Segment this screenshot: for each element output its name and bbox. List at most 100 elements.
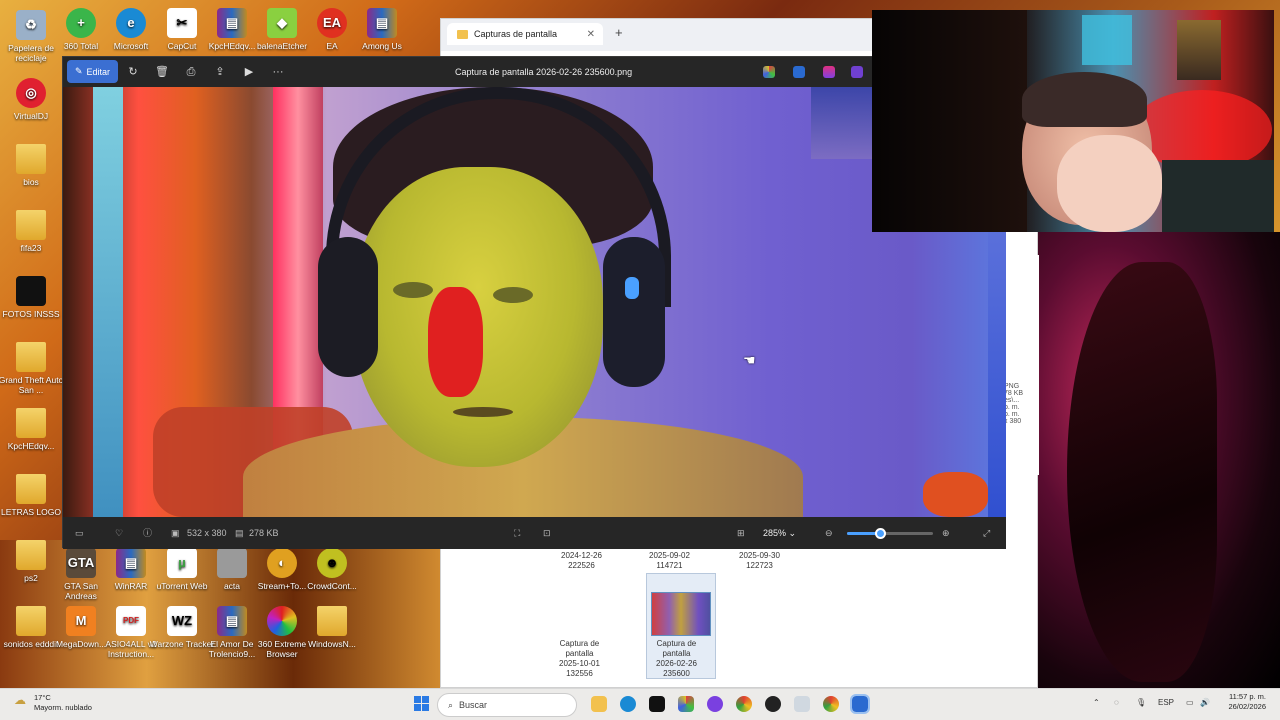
folder-icon bbox=[457, 29, 468, 39]
folder-icon bbox=[317, 606, 347, 636]
slideshow-icon[interactable]: ▶ bbox=[242, 65, 256, 79]
weather-widget[interactable]: ☁ 17°C Mayorm. nublado bbox=[12, 693, 92, 713]
displayed-photo[interactable]: ☚ bbox=[63, 87, 1006, 517]
display-icon[interactable]: ▭ bbox=[1186, 698, 1194, 707]
fit-window-icon[interactable]: ⊞ bbox=[737, 526, 745, 540]
edit-icon: ✎ bbox=[74, 66, 83, 76]
taskbar-search[interactable]: ⌕ Buscar bbox=[437, 693, 577, 717]
detail-created: p. m. bbox=[1004, 404, 1020, 411]
desktop-icon[interactable]: ◎ VirtualDJ bbox=[0, 78, 64, 121]
desktop-icon[interactable]: Grand Theft Auto San ... bbox=[0, 342, 64, 395]
webcam-overlay bbox=[872, 10, 1274, 232]
zoom-slider-thumb[interactable] bbox=[874, 528, 886, 539]
favorite-icon[interactable]: ♡ bbox=[115, 526, 123, 540]
copilot-icon[interactable] bbox=[678, 696, 694, 712]
obs-icon[interactable] bbox=[765, 696, 781, 712]
zoom-out-icon[interactable]: ⊖ bbox=[825, 526, 833, 540]
microphone-icon[interactable]: 🎙 bbox=[1136, 698, 1146, 707]
filmstrip-icon[interactable]: ▭ bbox=[75, 526, 84, 540]
share-icon[interactable]: ⇪ bbox=[213, 65, 227, 79]
clipchamp-icon[interactable] bbox=[823, 66, 835, 78]
desktop-icon[interactable]: fifa23 bbox=[0, 210, 64, 253]
file-explorer-icon[interactable] bbox=[591, 696, 607, 712]
balena-etcher-icon: ◆ bbox=[267, 8, 297, 38]
winrar-icon: ▤ bbox=[217, 8, 247, 38]
detail-size: 78 KB bbox=[1004, 390, 1024, 397]
folder-icon bbox=[16, 540, 46, 570]
virtualdj-icon: ◎ bbox=[16, 78, 46, 108]
language-indicator[interactable]: ESP bbox=[1158, 698, 1174, 707]
copilot-icon[interactable] bbox=[763, 66, 775, 78]
ea-icon: EA bbox=[317, 8, 347, 38]
designer-icon[interactable] bbox=[793, 66, 805, 78]
file-thumbnail bbox=[651, 592, 711, 636]
chevron-up-icon[interactable]: ⌃ bbox=[1093, 698, 1100, 707]
chevron-down-icon: ⌄ bbox=[788, 528, 797, 538]
wallpaper-right-panel bbox=[1037, 232, 1280, 688]
stream-icon: ◐ bbox=[267, 548, 297, 578]
hand-cursor-icon: ☚ bbox=[743, 352, 756, 368]
new-tab-button[interactable]: + bbox=[615, 25, 623, 40]
folder-icon bbox=[16, 276, 46, 306]
edit-button[interactable]: ✎ Editar bbox=[67, 60, 118, 83]
chrome-icon[interactable] bbox=[736, 696, 752, 712]
fullscreen-icon[interactable]: ⤢ bbox=[983, 526, 990, 540]
folder-icon bbox=[16, 342, 46, 372]
warzone-icon: WZ bbox=[167, 606, 197, 636]
volume-icon[interactable]: 🔊 bbox=[1200, 698, 1210, 707]
desktop-icon[interactable]: KpcHEdqv... bbox=[0, 408, 64, 451]
weather-temp: 17°C bbox=[34, 693, 51, 702]
zoom-dropdown[interactable]: 285% ⌄ bbox=[757, 522, 802, 544]
capcut-icon: ✂ bbox=[167, 8, 197, 38]
size-icon: ▤ bbox=[235, 528, 244, 538]
utorrent-icon: µ bbox=[167, 548, 197, 578]
edge-icon[interactable] bbox=[620, 696, 636, 712]
winrar-icon: ▤ bbox=[217, 606, 247, 636]
megadownloader-icon: M bbox=[66, 606, 96, 636]
print-icon[interactable]: ⎙ bbox=[184, 65, 198, 79]
clock[interactable]: 11:57 p. m. 26/02/2026 bbox=[1222, 692, 1266, 712]
rotate-icon[interactable]: ↻ bbox=[126, 65, 140, 79]
zoom-slider[interactable] bbox=[847, 528, 933, 539]
editor-app-icon[interactable] bbox=[851, 66, 863, 78]
file-item[interactable]: 2025-09-30 122723 bbox=[739, 551, 780, 571]
desktop-icon[interactable]: LETRAS LOGO bbox=[0, 474, 64, 517]
visual-search-icon[interactable]: ⊡ bbox=[543, 526, 551, 540]
explorer-tab-title: Capturas de pantalla bbox=[474, 29, 558, 39]
folder-icon bbox=[16, 474, 46, 504]
folder-icon bbox=[16, 606, 46, 636]
image-title: Captura de pantalla 2026-02-26 235600.pn… bbox=[455, 67, 633, 77]
app-icon[interactable] bbox=[794, 696, 810, 712]
dimensions-icon: ▣ bbox=[171, 528, 180, 538]
desktop-icon[interactable]: ☻ CrowdCont... bbox=[299, 548, 365, 591]
explorer-tab[interactable]: Capturas de pantalla ✕ bbox=[447, 23, 603, 45]
recycle-bin-icon: ♻ bbox=[16, 10, 46, 40]
detail-type: PNG bbox=[1004, 383, 1020, 390]
info-icon[interactable]: ⓘ bbox=[143, 526, 152, 540]
app-icon[interactable] bbox=[707, 696, 723, 712]
desktop-icon[interactable]: WindowsN... bbox=[299, 606, 365, 649]
more-options-button[interactable]: ··· bbox=[271, 65, 285, 79]
chrome-icon[interactable] bbox=[823, 696, 839, 712]
image-dimensions: 532 x 380 bbox=[187, 528, 227, 538]
start-button[interactable] bbox=[414, 696, 429, 711]
zoom-in-icon[interactable]: ⊕ bbox=[942, 526, 950, 540]
close-icon[interactable]: ✕ bbox=[587, 29, 595, 40]
crowdcontrol-icon: ☻ bbox=[317, 548, 347, 578]
delete-icon[interactable]: 🗑 bbox=[155, 65, 169, 79]
photos-viewer-window[interactable]: ✎ Editar ↻ 🗑 ⎙ ⇪ ▶ ··· Captura de pantal… bbox=[62, 56, 1006, 549]
photos-app-icon[interactable] bbox=[850, 694, 870, 714]
file-size: 278 KB bbox=[249, 528, 279, 538]
file-item[interactable]: 2024-12-26 222526 bbox=[561, 551, 602, 571]
file-item[interactable]: 2025-09-02 114721 bbox=[649, 551, 690, 571]
folder-icon bbox=[16, 210, 46, 240]
tiktok-icon[interactable] bbox=[649, 696, 665, 712]
desktop-icon[interactable]: ▤ Among Us bbox=[349, 8, 415, 51]
file-item[interactable]: Captura de pantalla 2025-10-01 132556 bbox=[559, 639, 600, 679]
viewer-statusbar: ▭ ♡ ⓘ ▣ 532 x 380 ▤ 278 KB ⛶ ⊡ ⊞ 285% ⌄ … bbox=[63, 517, 1006, 549]
crop-icon[interactable]: ⛶ bbox=[514, 526, 520, 540]
desktop-icon[interactable]: bios bbox=[0, 144, 64, 187]
desktop-icon[interactable]: FOTOS INSSS bbox=[0, 276, 64, 319]
360-browser-icon bbox=[267, 606, 297, 636]
tray-icon[interactable]: ◌ bbox=[1114, 698, 1119, 707]
